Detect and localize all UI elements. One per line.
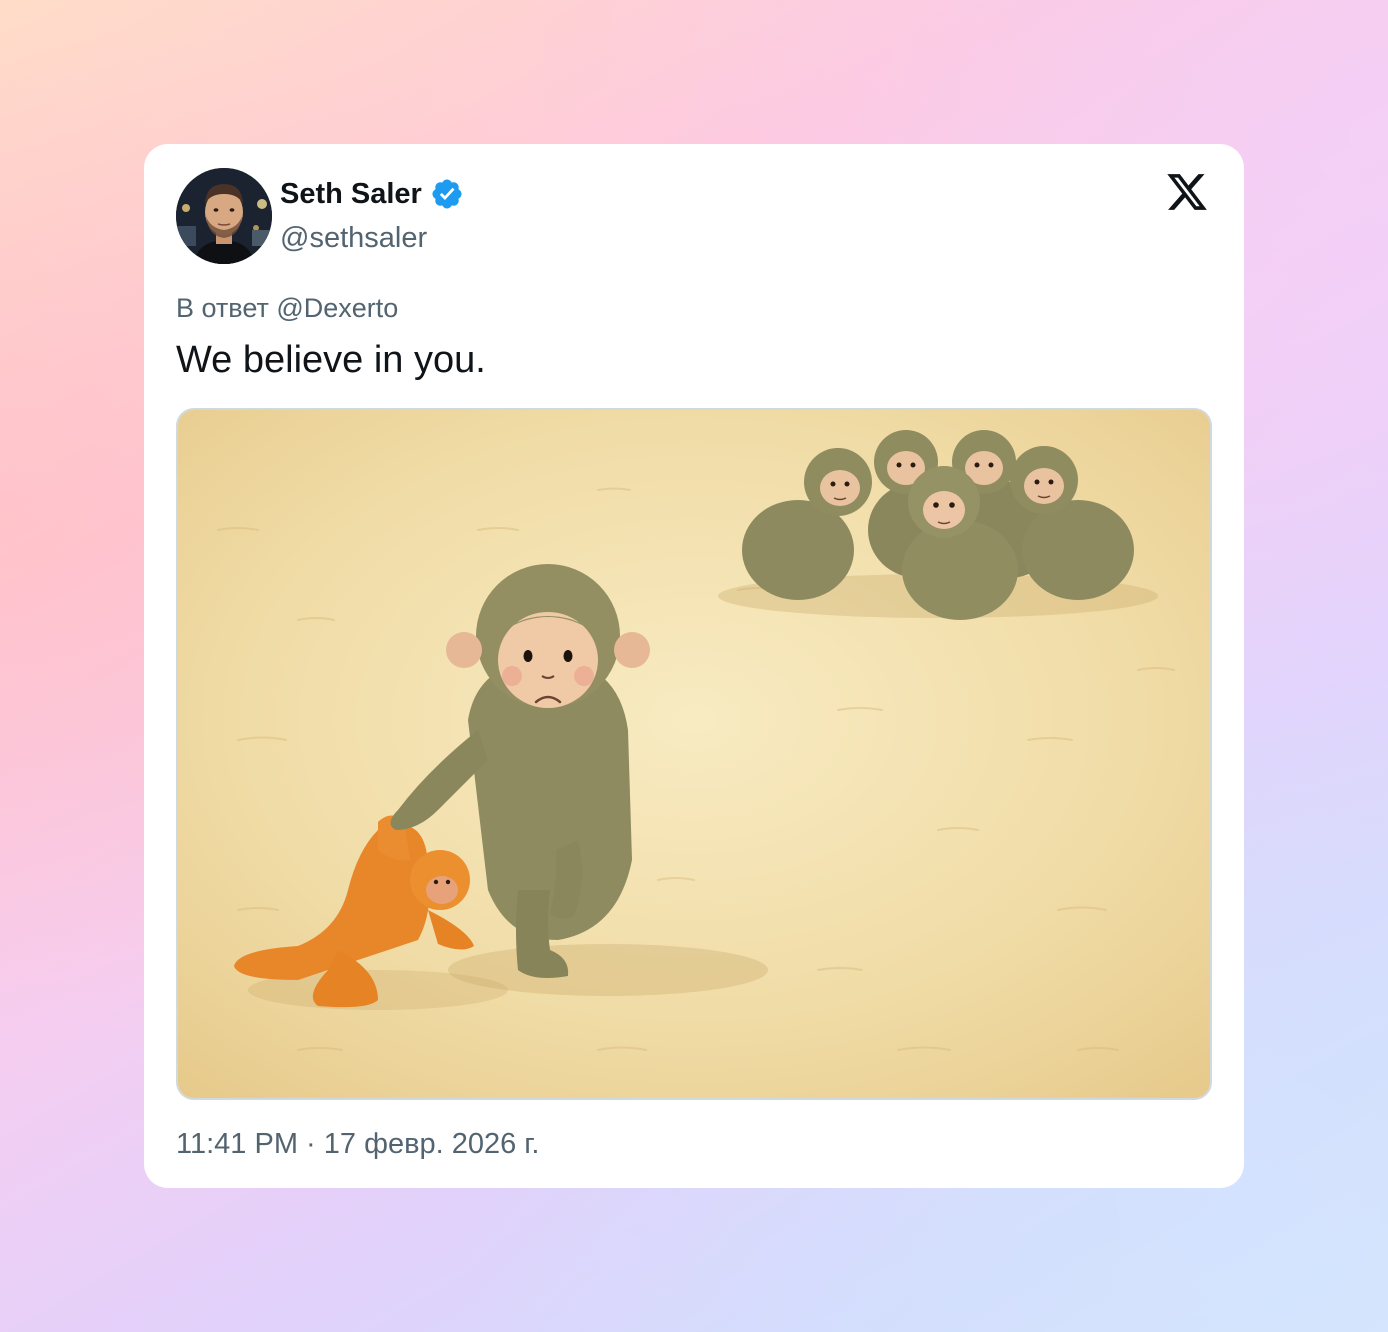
reply-prefix: В ответ [176,293,269,323]
x-logo-icon[interactable] [1164,170,1210,214]
timestamp-separator: · [306,1128,316,1160]
avatar[interactable] [176,168,272,264]
author-display-name[interactable]: Seth Saler [280,174,422,214]
tweet-timestamp[interactable]: 11:41 PM · 17 февр. 2026 г. [176,1122,539,1166]
author-name-row[interactable]: Seth Saler [280,174,464,214]
tweet-time: 11:41 PM [176,1128,298,1160]
author-handle[interactable]: @sethsaler [280,218,427,258]
tweet-date: 17 февр. 2026 г. [323,1128,540,1160]
monkey-illustration-icon [178,410,1210,1098]
tweet-card: Seth Saler @sethsaler В ответ @Dexerto W… [144,144,1244,1188]
reply-context: В ответ @Dexerto [176,288,398,328]
avatar-photo-icon [176,168,272,264]
verified-badge-icon [432,179,462,209]
tweet-media-image[interactable] [176,408,1212,1100]
tweet-text: We believe in you. [176,339,486,381]
reply-mention-link[interactable]: @Dexerto [276,293,398,323]
